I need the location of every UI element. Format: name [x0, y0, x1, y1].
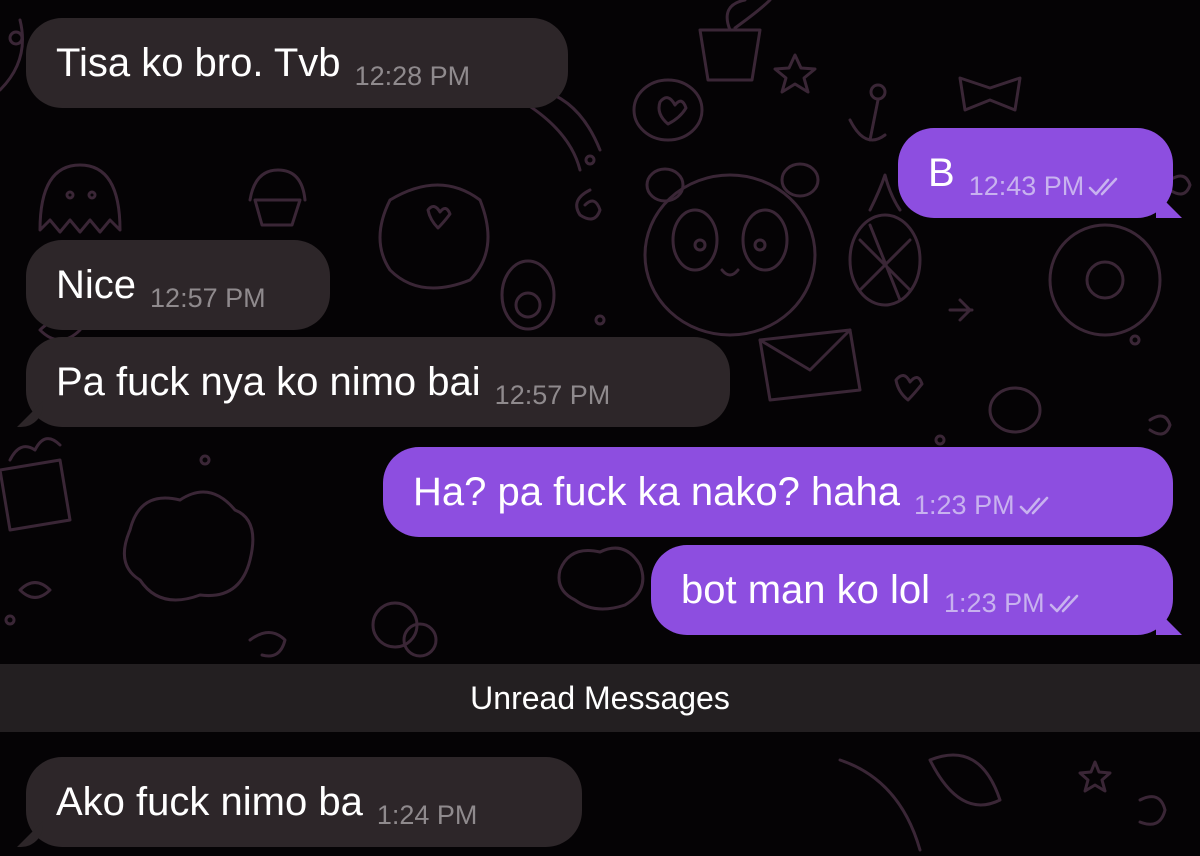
- message-meta: 1:24 PM: [377, 802, 478, 829]
- message-time: 12:57 PM: [150, 283, 266, 313]
- message-bubble-outgoing[interactable]: Ha? pa fuck ka nako? haha 1:23 PM: [383, 447, 1173, 537]
- message-text: Tisa ko bro. Tvb: [56, 41, 341, 85]
- message-meta: 12:57 PM: [495, 382, 611, 409]
- message-meta: 12:43 PM: [969, 173, 1125, 200]
- message-time: 12:57 PM: [494, 380, 611, 410]
- message-time: 12:28 PM: [354, 61, 471, 91]
- double-check-icon: [1088, 177, 1118, 195]
- message-meta: 1:23 PM: [914, 492, 1055, 519]
- message-text: Ha? pa fuck ka nako? haha: [413, 470, 901, 514]
- message-bubble-incoming[interactable]: Nice 12:57 PM: [26, 240, 330, 330]
- message-time: 1:23 PM: [944, 588, 1045, 618]
- message-text: bot man ko lol: [681, 568, 931, 612]
- message-bubble-outgoing[interactable]: bot man ko lol 1:23 PM: [651, 545, 1173, 635]
- message-bubble-incoming[interactable]: Tisa ko bro. Tvb 12:28 PM: [26, 18, 568, 108]
- message-text: Ako fuck nimo ba: [56, 780, 363, 824]
- message-text: Nice: [56, 263, 137, 307]
- message-bubble-incoming[interactable]: Ako fuck nimo ba 1:24 PM: [26, 757, 582, 847]
- message-time: 12:43 PM: [968, 171, 1085, 201]
- double-check-icon: [1019, 496, 1048, 514]
- message-bubble-outgoing[interactable]: B 12:43 PM: [898, 128, 1173, 218]
- message-meta: 12:28 PM: [355, 63, 471, 90]
- message-meta: 1:23 PM: [944, 590, 1085, 617]
- message-text: B: [928, 151, 955, 195]
- unread-messages-divider: Unread Messages: [0, 664, 1200, 732]
- message-meta: 12:57 PM: [150, 285, 266, 312]
- unread-messages-label: Unread Messages: [470, 679, 730, 716]
- message-bubble-incoming[interactable]: Pa fuck nya ko nimo bai 12:57 PM: [26, 337, 730, 427]
- chat-view[interactable]: Tisa ko bro. Tvb 12:28 PM B 12:43 PM Nic…: [0, 0, 1200, 856]
- double-check-icon: [1049, 594, 1078, 612]
- message-text: Pa fuck nya ko nimo bai: [56, 360, 481, 404]
- message-time: 1:23 PM: [914, 490, 1015, 520]
- message-time: 1:24 PM: [376, 800, 478, 830]
